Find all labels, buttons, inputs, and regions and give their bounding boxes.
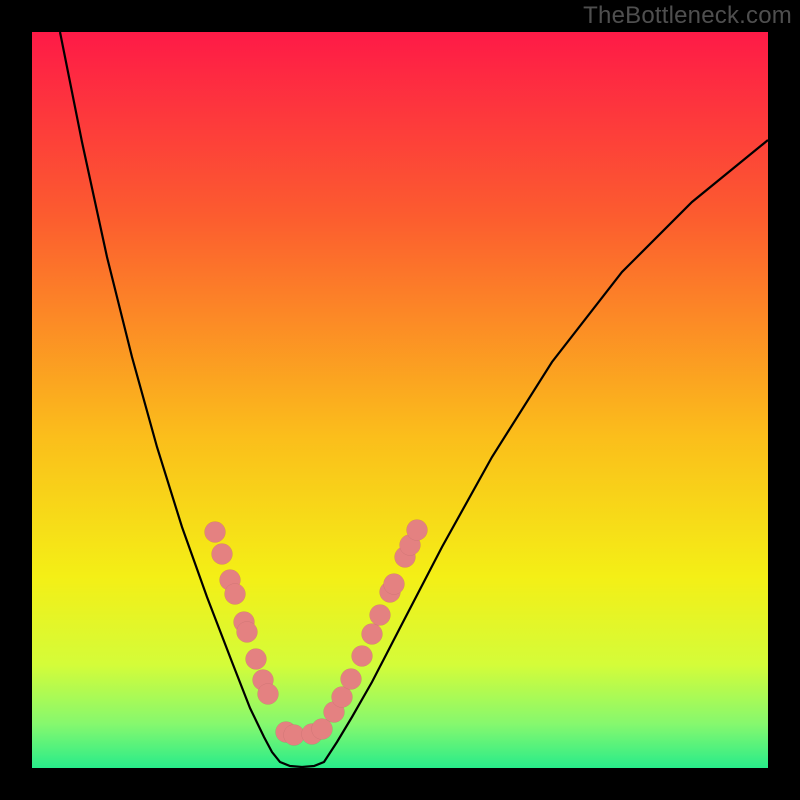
plot-area — [32, 32, 768, 768]
data-marker — [212, 544, 233, 565]
data-marker — [362, 624, 383, 645]
chart-frame: TheBottleneck.com — [0, 0, 800, 800]
data-marker — [237, 622, 258, 643]
watermark-text: TheBottleneck.com — [583, 2, 792, 30]
data-marker — [258, 684, 279, 705]
data-marker — [312, 719, 333, 740]
marker-group — [205, 520, 428, 746]
bottleneck-curve — [60, 32, 768, 767]
data-marker — [332, 687, 353, 708]
data-marker — [284, 725, 305, 746]
data-marker — [225, 584, 246, 605]
data-marker — [205, 522, 226, 543]
data-marker — [384, 574, 405, 595]
data-marker — [370, 605, 391, 626]
data-marker — [352, 646, 373, 667]
chart-svg — [32, 32, 768, 768]
data-marker — [407, 520, 428, 541]
data-marker — [341, 669, 362, 690]
data-marker — [246, 649, 267, 670]
